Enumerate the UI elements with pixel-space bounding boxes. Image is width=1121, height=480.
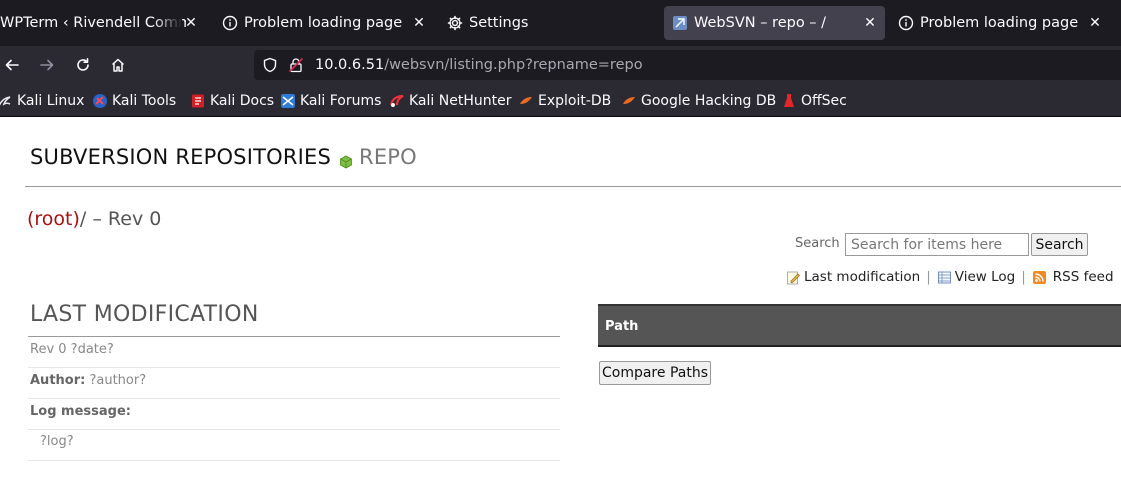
tab-title: Problem loading page bbox=[920, 15, 1079, 31]
forward-icon[interactable] bbox=[35, 53, 59, 77]
compare-paths-button[interactable]: Compare Paths bbox=[599, 361, 711, 385]
search-button[interactable]: Search bbox=[1031, 233, 1088, 256]
kali-dragon-icon bbox=[0, 93, 13, 109]
author-label: Author: bbox=[30, 373, 86, 388]
path-header-label: Path bbox=[605, 319, 639, 334]
rss-feed-link[interactable]: RSS feed bbox=[1032, 269, 1114, 285]
log-message-row: Log message: bbox=[28, 404, 560, 430]
repository-cube-icon bbox=[339, 150, 353, 169]
bookmark-offsec[interactable]: OffSec bbox=[781, 92, 847, 110]
breadcrumb-root-link[interactable]: (root) bbox=[27, 208, 80, 230]
search-label: Search bbox=[795, 236, 840, 251]
kali-docs-icon bbox=[190, 93, 206, 109]
bookmark-kali-forums[interactable]: Kali Forums bbox=[280, 92, 381, 110]
bookmark-label: Kali NetHunter bbox=[409, 93, 512, 109]
path-column-header: Path bbox=[598, 304, 1121, 347]
bookmark-label: Kali Forums bbox=[300, 93, 382, 109]
gear-icon bbox=[447, 15, 463, 31]
home-icon[interactable] bbox=[106, 53, 130, 77]
last-modification-link[interactable]: Last modification bbox=[786, 269, 920, 285]
tracking-shield-icon[interactable] bbox=[262, 57, 278, 73]
last-modification-divider bbox=[28, 336, 560, 337]
search-input[interactable] bbox=[845, 233, 1029, 256]
kali-tools-icon bbox=[92, 93, 108, 109]
offsec-icon bbox=[781, 93, 797, 109]
action-separator: | bbox=[926, 269, 931, 285]
author-value: ?author? bbox=[89, 373, 147, 388]
edit-note-icon bbox=[786, 270, 801, 285]
action-separator: | bbox=[1021, 269, 1026, 285]
rss-icon bbox=[1032, 270, 1047, 285]
author-row: Author: ?author? bbox=[28, 373, 560, 399]
bookmark-label: OffSec bbox=[801, 93, 847, 109]
tab-settings[interactable]: Settings bbox=[439, 6, 659, 40]
bookmark-label: Kali Docs bbox=[210, 93, 275, 109]
revision-date-row: Rev 0 ?date? bbox=[28, 342, 560, 368]
back-icon[interactable] bbox=[0, 53, 24, 77]
bookmark-label: Google Hacking DB bbox=[641, 93, 777, 109]
nethunter-icon bbox=[389, 93, 405, 109]
close-tab-icon[interactable]: ✕ bbox=[182, 14, 200, 32]
info-icon bbox=[898, 15, 914, 31]
bookmark-kali-docs[interactable]: Kali Docs bbox=[190, 92, 274, 110]
url-host: 10.0.6.51 bbox=[315, 57, 385, 73]
tab-strip: WPTerm ‹ Rivendell Commun ✕ Problem load… bbox=[0, 0, 1121, 46]
ghdb-icon bbox=[621, 93, 637, 109]
log-message-value-row: ?log? bbox=[28, 430, 560, 461]
site-title-text[interactable]: SUBVERSION REPOSITORIES bbox=[30, 145, 331, 169]
websvn-icon bbox=[672, 15, 688, 31]
view-log-label: View Log bbox=[954, 269, 1016, 285]
bookmark-kali-tools[interactable]: Kali Tools bbox=[92, 92, 176, 110]
last-modification-label: Last modification bbox=[804, 269, 921, 285]
bookmark-label: Kali Tools bbox=[112, 93, 177, 109]
url-text[interactable]: 10.0.6.51/websvn/listing.php?repname=rep… bbox=[315, 57, 643, 73]
url-path: /websvn/listing.php?repname=repo bbox=[384, 57, 643, 73]
bookmark-label: Kali Linux bbox=[17, 93, 85, 109]
rss-feed-label: RSS feed bbox=[1052, 269, 1114, 285]
bookmark-ghdb[interactable]: Google Hacking DB bbox=[621, 92, 776, 110]
bookmarks-toolbar: Kali Linux Kali Tools Kali Docs Kali For… bbox=[0, 84, 1121, 117]
tab-title: Problem loading page bbox=[244, 15, 403, 31]
bookmark-kali-nethunter[interactable]: Kali NetHunter bbox=[389, 92, 511, 110]
site-title: SUBVERSION REPOSITORIES REPO bbox=[30, 145, 417, 169]
page-content: SUBVERSION REPOSITORIES REPO (root)/ – R… bbox=[0, 118, 1121, 480]
kali-forums-icon bbox=[280, 93, 296, 109]
tab-title: WebSVN – repo – / bbox=[694, 15, 827, 31]
repo-name-link[interactable]: REPO bbox=[359, 145, 417, 169]
breadcrumb-revision: / – Rev 0 bbox=[79, 208, 162, 230]
tab-wpterm[interactable]: WPTerm ‹ Rivendell Commun ✕ bbox=[0, 6, 206, 40]
url-bar[interactable]: 10.0.6.51/websvn/listing.php?repname=rep… bbox=[254, 50, 1121, 80]
close-tab-icon[interactable]: ✕ bbox=[410, 14, 428, 32]
revision-date: Rev 0 ?date? bbox=[30, 342, 114, 357]
tab-websvn[interactable]: WebSVN – repo – / ✕ bbox=[664, 6, 885, 40]
insecure-lock-icon[interactable] bbox=[288, 57, 304, 73]
bookmark-kali-linux[interactable]: Kali Linux bbox=[0, 92, 84, 110]
tab-problem-loading-2[interactable]: Problem loading page ✕ bbox=[890, 6, 1110, 40]
close-tab-icon[interactable]: ✕ bbox=[861, 14, 879, 32]
exploit-db-icon bbox=[518, 93, 534, 109]
close-tab-icon[interactable]: ✕ bbox=[1086, 14, 1104, 32]
tab-title: Settings bbox=[469, 15, 529, 31]
last-modification-heading: LAST MODIFICATION bbox=[30, 302, 259, 327]
info-icon bbox=[222, 15, 238, 31]
header-divider bbox=[25, 186, 1121, 187]
bookmark-label: Exploit-DB bbox=[538, 93, 612, 109]
breadcrumb: (root)/ – Rev 0 bbox=[27, 208, 161, 230]
log-message-value: ?log? bbox=[40, 434, 74, 449]
bookmark-exploit-db[interactable]: Exploit-DB bbox=[518, 92, 611, 110]
navigation-toolbar: 10.0.6.51/websvn/listing.php?repname=rep… bbox=[0, 46, 1121, 84]
action-links: Last modification | View Log | RSS feed bbox=[786, 269, 1114, 285]
view-log-link[interactable]: View Log bbox=[937, 269, 1015, 285]
log-message-label: Log message: bbox=[30, 404, 131, 419]
reload-icon[interactable] bbox=[71, 53, 95, 77]
tab-problem-loading-1[interactable]: Problem loading page ✕ bbox=[214, 6, 434, 40]
log-table-icon bbox=[937, 270, 952, 285]
